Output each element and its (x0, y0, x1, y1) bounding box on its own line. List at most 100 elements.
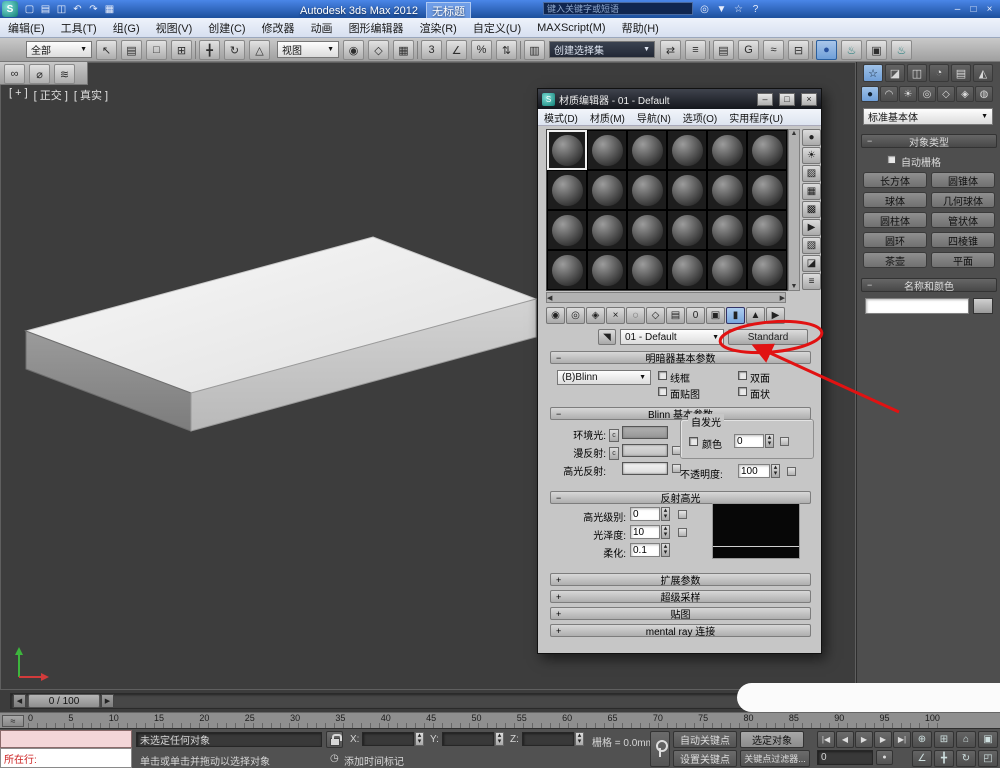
next-frame-icon[interactable]: ▶ (874, 731, 892, 748)
communication-center-icon[interactable]: ▼ (714, 2, 729, 16)
category-cameras-icon[interactable]: ◎ (918, 86, 936, 102)
set-key-button[interactable]: 设置关键点 (673, 750, 737, 767)
make-material-copy-icon[interactable]: ◌ (626, 307, 645, 324)
slots-vertical-scrollbar[interactable]: ▲ ▼ (788, 129, 800, 291)
specular-level-map-button[interactable] (678, 510, 687, 519)
tab-modify[interactable]: ◪ (885, 64, 905, 82)
material-sample-slot[interactable] (547, 130, 587, 170)
scroll-right-icon[interactable]: ▶ (780, 294, 785, 302)
coord-x-spinner[interactable]: ▴▾ (415, 732, 424, 746)
material-id-channel-icon[interactable]: 0 (686, 307, 705, 324)
material-sample-slot[interactable] (747, 250, 787, 290)
glossiness-field[interactable]: 10 (630, 525, 660, 539)
show-end-result-icon[interactable]: ▮ (726, 307, 745, 324)
scroll-down-icon[interactable]: ▼ (791, 283, 798, 290)
angle-snap-icon[interactable]: ∠ (446, 40, 467, 60)
snap-toggle-3d-icon[interactable]: 3 (421, 40, 442, 60)
reference-coordinate-dropdown[interactable]: 视图 ▼ (277, 41, 339, 58)
menu-item[interactable]: 选项(O) (677, 110, 723, 125)
material-sample-slot[interactable] (747, 210, 787, 250)
menu-item[interactable]: 材质(M) (584, 110, 631, 125)
tab-create[interactable]: ☆ (863, 64, 883, 82)
primitive-button[interactable]: 圆柱体 (863, 212, 927, 228)
primitive-button[interactable]: 茶壶 (863, 252, 927, 268)
material-sample-slot[interactable] (547, 250, 587, 290)
menu-item[interactable]: 修改器 (254, 18, 303, 38)
rendered-frame-icon[interactable]: ▣ (866, 40, 887, 60)
menu-item[interactable]: 模式(D) (538, 110, 584, 125)
specular-color-swatch[interactable] (622, 462, 668, 475)
tab-display[interactable]: ▤ (951, 64, 971, 82)
unlink-selection-icon[interactable]: ⌀ (29, 64, 50, 84)
glossiness-spinner[interactable]: ▴▾ (661, 525, 670, 539)
faceted-checkbox[interactable] (738, 387, 747, 396)
maximize-window-icon[interactable]: □ (966, 2, 981, 16)
category-lights-icon[interactable]: ☀ (899, 86, 917, 102)
maximize-viewport-icon[interactable]: ◰ (978, 750, 998, 767)
show-map-in-viewport-icon[interactable]: ▣ (706, 307, 725, 324)
coord-x-input[interactable] (362, 732, 414, 746)
open-file-icon[interactable]: ▤ (38, 2, 53, 16)
mirror-icon[interactable]: ⇄ (660, 40, 681, 60)
render-production-icon[interactable]: ♨ (891, 40, 912, 60)
primitive-button[interactable]: 管状体 (931, 212, 995, 228)
object-color-swatch[interactable] (973, 298, 993, 314)
material-sample-slot[interactable] (707, 210, 747, 250)
app-logo-icon[interactable]: S (2, 1, 18, 17)
named-selection-dropdown[interactable]: 创建选择集 ▼ (549, 41, 655, 58)
help-icon[interactable]: ? (748, 2, 763, 16)
coord-y-spinner[interactable]: ▴▾ (495, 732, 504, 746)
zoom-icon[interactable]: ⊕ (912, 731, 932, 748)
zoom-extents-all-icon[interactable]: ▣ (978, 731, 998, 748)
primitive-button[interactable]: 几何球体 (931, 192, 995, 208)
make-unique-icon[interactable]: ◇ (646, 307, 665, 324)
play-icon[interactable]: ▶ (855, 731, 873, 748)
infocenter-search-input[interactable] (543, 2, 693, 15)
category-shapes-icon[interactable]: ◠ (880, 86, 898, 102)
assign-material-icon[interactable]: ◈ (586, 307, 605, 324)
key-selected-dropdown[interactable]: 选定对象 (740, 731, 804, 748)
undo-icon[interactable]: ↶ (70, 2, 85, 16)
menu-item[interactable]: MAXScript(M) (529, 20, 613, 36)
align-icon[interactable]: ≡ (685, 40, 706, 60)
add-time-tag[interactable]: 添加时间标记 (344, 753, 404, 768)
video-color-check-icon[interactable]: ▩ (802, 201, 821, 218)
get-material-icon[interactable]: ◉ (546, 307, 565, 324)
tab-motion[interactable]: ◔ (929, 64, 949, 82)
pan-icon[interactable]: ╋ (934, 750, 954, 767)
menu-item[interactable]: 自定义(U) (465, 18, 529, 38)
shader-rollout-header[interactable]: − 明暗器基本参数 (550, 351, 811, 364)
material-sample-slot[interactable] (547, 210, 587, 250)
material-type-button[interactable]: Standard (728, 329, 808, 345)
background-icon[interactable]: ▨ (802, 165, 821, 182)
material-sample-slot[interactable] (587, 170, 627, 210)
material-sample-slot[interactable] (587, 250, 627, 290)
use-pivot-center-icon[interactable]: ◉ (343, 40, 364, 60)
mini-curve-editor-icon[interactable]: ≈ (2, 715, 24, 727)
project-folder-icon[interactable]: ▦ (102, 2, 117, 16)
supersampling-rollout-header[interactable]: + 超级采样 (550, 590, 811, 603)
select-rotate-icon[interactable]: ↻ (224, 40, 245, 60)
make-preview-icon[interactable]: ▶ (802, 219, 821, 236)
menu-item[interactable]: 编辑(E) (0, 18, 53, 38)
name-color-rollout-header[interactable]: − 名称和颜色 (861, 278, 997, 292)
primitive-button[interactable]: 圆锥体 (931, 172, 995, 188)
previous-frame-icon[interactable]: ◀ (836, 731, 854, 748)
close-icon[interactable]: × (801, 93, 817, 106)
rectangular-region-icon[interactable]: □ (146, 40, 167, 60)
put-material-icon[interactable]: ◎ (566, 307, 585, 324)
minimize-icon[interactable]: – (757, 93, 773, 106)
field-of-view-icon[interactable]: ∠ (912, 750, 932, 767)
ambient-color-swatch[interactable] (622, 426, 668, 439)
spinner-snap-icon[interactable]: ⇅ (496, 40, 517, 60)
key-mode-toggle-icon[interactable]: ● (876, 750, 893, 765)
material-navigator-icon[interactable]: ≡ (802, 273, 821, 290)
new-scene-icon[interactable]: ▢ (22, 2, 37, 16)
select-by-name-icon[interactable]: ▤ (121, 40, 142, 60)
category-geometry-icon[interactable]: ● (861, 86, 879, 102)
search-icon[interactable]: ◎ (697, 2, 712, 16)
two-sided-checkbox[interactable] (738, 371, 747, 380)
tab-utilities[interactable]: ◭ (973, 64, 993, 82)
specular-level-spinner[interactable]: ▴▾ (661, 507, 670, 521)
render-setup-icon[interactable]: ♨ (841, 40, 862, 60)
